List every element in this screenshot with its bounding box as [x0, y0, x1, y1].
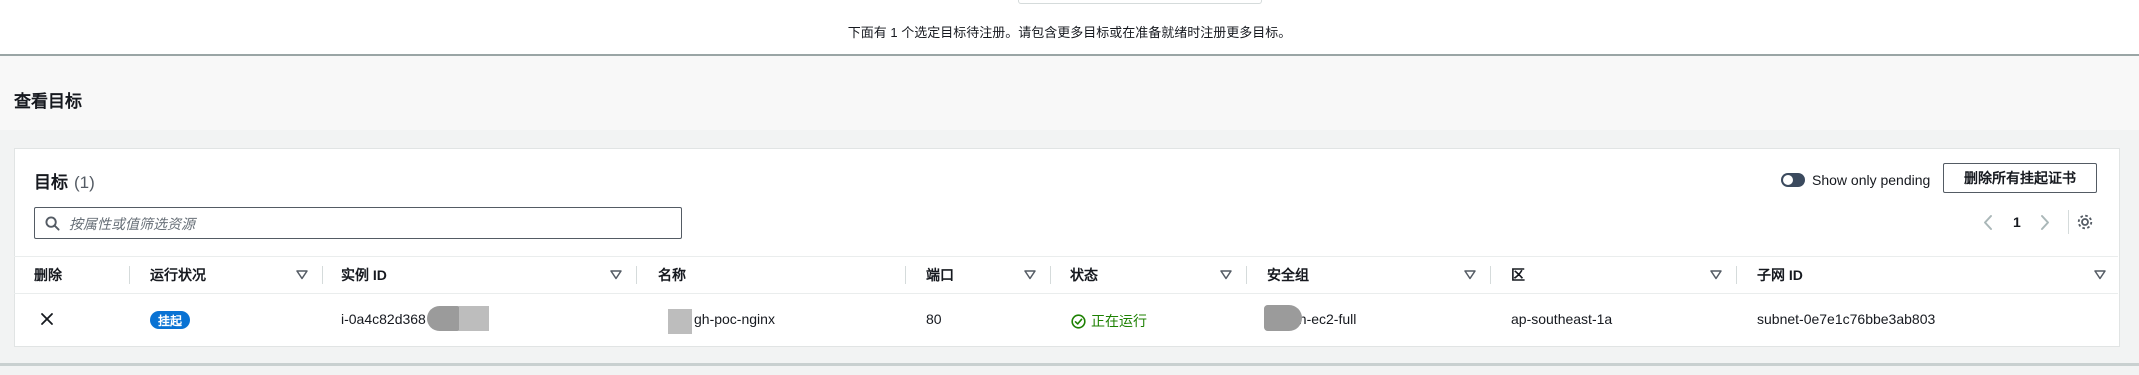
search-icon	[45, 216, 60, 231]
header-instance-id[interactable]: 实例 ID	[341, 257, 387, 293]
gear-icon[interactable]	[2076, 213, 2094, 231]
chevron-left-icon[interactable]	[1983, 214, 1993, 231]
chevron-right-icon[interactable]	[2040, 214, 2050, 231]
cell-instance-id[interactable]: i-0a4c82d368	[341, 293, 426, 345]
redaction-mask	[1264, 305, 1302, 331]
redaction-mask	[668, 309, 692, 334]
sort-caret-icon[interactable]	[1464, 270, 1476, 280]
targets-count: (1)	[74, 173, 95, 192]
header-zone[interactable]: 区	[1511, 257, 1525, 293]
header-health[interactable]: 运行状况	[150, 257, 206, 293]
column-separator[interactable]	[1050, 266, 1051, 284]
header-subnet-id[interactable]: 子网 ID	[1757, 257, 1803, 293]
cell-port: 80	[926, 311, 942, 327]
targets-title-text: 目标	[34, 173, 68, 192]
bottom-divider	[0, 363, 2139, 366]
show-only-pending-toggle[interactable]: Show only pending	[1781, 171, 1930, 189]
column-separator[interactable]	[1490, 266, 1491, 284]
pending-status-badge: 挂起	[150, 311, 191, 329]
view-targets-header	[0, 56, 2139, 130]
sort-caret-icon[interactable]	[296, 270, 308, 280]
sort-caret-icon[interactable]	[1024, 270, 1036, 280]
targets-title: 目标 (1)	[34, 168, 95, 193]
column-separator[interactable]	[129, 266, 130, 284]
pending-notice: 下面有 1 个选定目标待注册。请包含更多目标或在准备就绪时注册更多目标。	[847, 25, 1292, 40]
remove-all-pending-button[interactable]: 删除所有挂起证书	[1943, 163, 2097, 193]
toggle-switch[interactable]	[1781, 173, 1805, 187]
header-delete: 删除	[34, 267, 62, 283]
cell-zone: ap-southeast-1a	[1511, 311, 1613, 327]
redaction-mask	[427, 306, 461, 331]
running-status: 正在运行	[1071, 311, 1147, 331]
sort-caret-icon[interactable]	[1220, 270, 1232, 280]
cell-subnet-id[interactable]: subnet-0e7e1c76bbe3ab803	[1757, 293, 1935, 345]
cell-name: gh-poc-nginx	[694, 311, 775, 327]
pager-divider	[2068, 210, 2069, 234]
header-port[interactable]: 端口	[926, 257, 954, 293]
header-name[interactable]: 名称	[658, 257, 686, 293]
column-separator[interactable]	[1246, 266, 1247, 284]
close-icon[interactable]	[40, 312, 54, 326]
check-circle-icon	[1071, 313, 1086, 329]
column-separator[interactable]	[905, 266, 906, 284]
page-number[interactable]: 1	[2013, 214, 2021, 230]
sort-caret-icon[interactable]	[1710, 270, 1722, 280]
column-separator[interactable]	[1736, 266, 1737, 284]
search-input[interactable]	[67, 209, 671, 239]
sort-caret-icon[interactable]	[610, 270, 622, 280]
redaction-mask	[459, 306, 489, 331]
filter-search-box[interactable]	[34, 207, 682, 239]
header-state[interactable]: 状态	[1070, 257, 1098, 293]
column-separator[interactable]	[636, 266, 637, 284]
table-header-row: 删除 运行状况 实例 ID 名称 端口 状态 安全组 区 子网 ID	[14, 257, 2118, 294]
running-status-text: 正在运行	[1091, 313, 1147, 329]
view-targets-title: 查看目标	[14, 92, 82, 111]
toggle-label: Show only pending	[1812, 172, 1931, 188]
sort-caret-icon[interactable]	[2094, 270, 2106, 280]
column-separator[interactable]	[322, 266, 323, 284]
register-button-edge[interactable]	[1018, 0, 1262, 4]
table-row: i-0a4c82d368 gh-poc-nginx 80 gh-ec2-full…	[14, 293, 2118, 345]
header-security-group[interactable]: 安全组	[1267, 257, 1309, 293]
